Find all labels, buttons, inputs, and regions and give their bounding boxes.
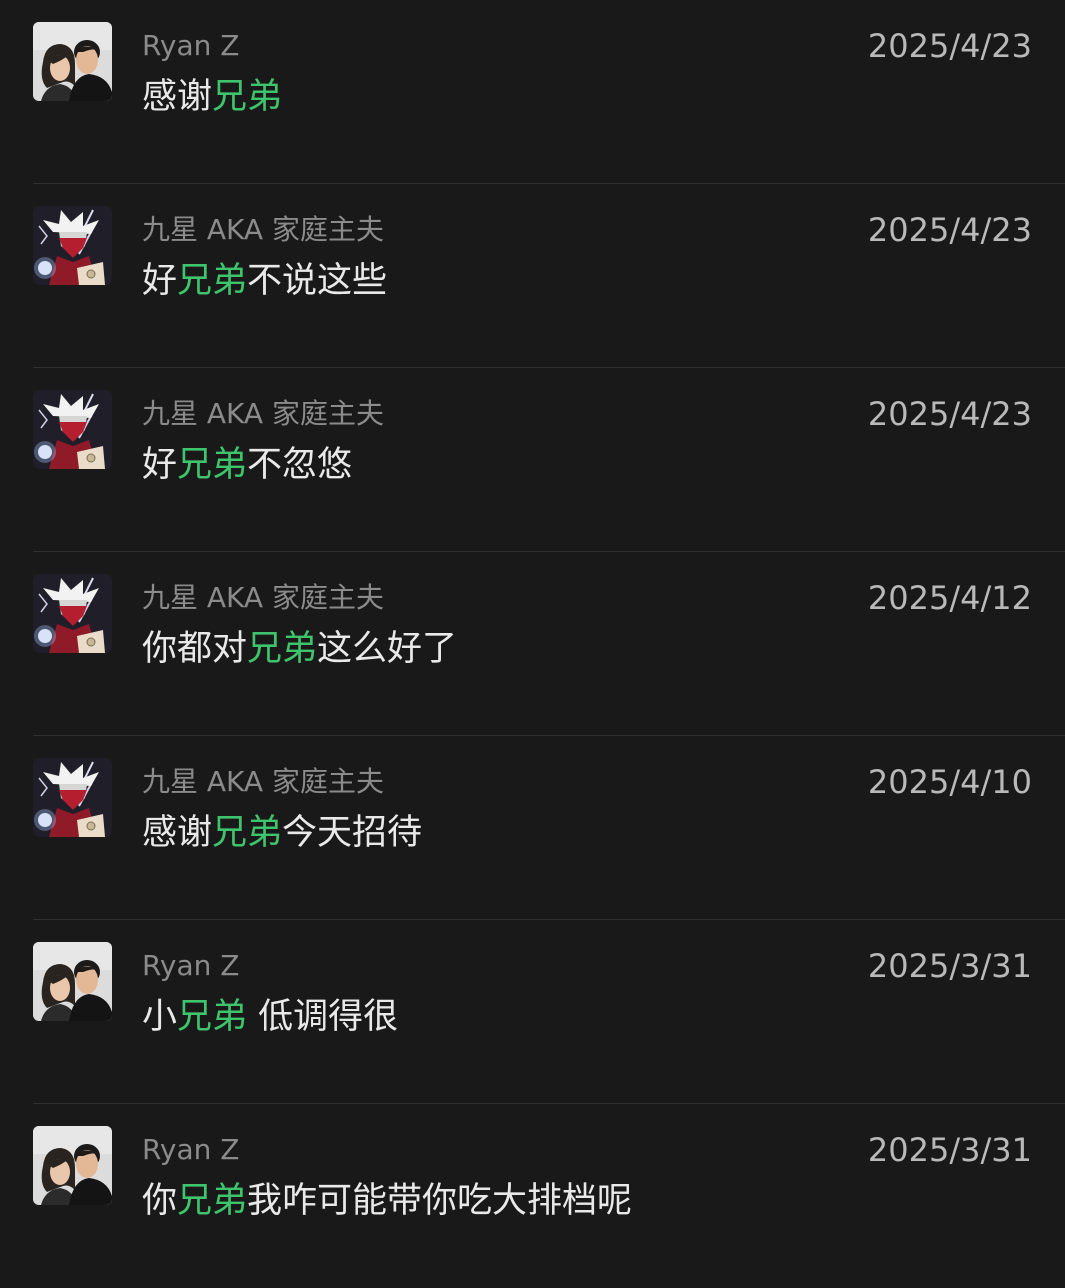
message-text-post: 不忽悠 — [247, 445, 353, 485]
message-date: 2025/3/31 — [867, 947, 1032, 985]
sender-name: Ryan Z — [142, 1133, 240, 1166]
keyword-highlight: 兄弟 — [177, 1181, 248, 1221]
message-text: 你都对兄弟这么好了 — [142, 626, 457, 672]
couple-photo-avatar-image — [33, 22, 112, 101]
message-text-pre: 好 — [142, 261, 178, 301]
avatar[interactable] — [33, 574, 112, 653]
message-text-pre: 你都对 — [142, 629, 248, 669]
message-text-post: 这么好了 — [317, 629, 458, 669]
message-text: 感谢兄弟今天招待 — [142, 810, 422, 856]
keyword-highlight: 兄弟 — [212, 77, 283, 117]
sender-name: 九星 AKA 家庭主夫 — [142, 765, 384, 798]
message-date: 2025/4/23 — [867, 27, 1032, 65]
couple-photo-avatar-image — [33, 942, 112, 1021]
sender-name: 九星 AKA 家庭主夫 — [142, 397, 384, 430]
message-date: 2025/4/23 — [867, 395, 1032, 433]
message-date: 2025/3/31 — [867, 1131, 1032, 1169]
message-text-post: 不说这些 — [247, 261, 388, 301]
list-item[interactable]: Ryan Z 2025/3/31 小兄弟 低调得很 — [0, 920, 1065, 1104]
avatar[interactable] — [33, 758, 112, 837]
message-text-pre: 感谢 — [142, 813, 213, 853]
list-item[interactable]: 九星 AKA 家庭主夫 2025/4/23 好兄弟不说这些 — [0, 184, 1065, 368]
list-item[interactable]: Ryan Z 2025/3/31 你兄弟我咋可能带你吃大排档呢 — [0, 1104, 1065, 1288]
sender-name: 九星 AKA 家庭主夫 — [142, 213, 384, 246]
message-text-pre: 你 — [142, 1181, 178, 1221]
message-text-post: 我咋可能带你吃大排档呢 — [247, 1181, 633, 1221]
message-text-pre: 小 — [142, 997, 178, 1037]
search-results-list: Ryan Z 2025/4/23 感谢兄弟 九星 AKA 家庭主夫 2025/4… — [0, 0, 1065, 1269]
message-text: 好兄弟不忽悠 — [142, 442, 352, 488]
message-text: 小兄弟 低调得很 — [142, 994, 398, 1040]
list-item[interactable]: Ryan Z 2025/4/23 感谢兄弟 — [0, 0, 1065, 184]
sender-name: Ryan Z — [142, 29, 240, 62]
anime-character-avatar-image — [33, 574, 112, 653]
avatar[interactable] — [33, 390, 112, 469]
message-text-post: 今天招待 — [282, 813, 423, 853]
avatar[interactable] — [33, 206, 112, 285]
anime-character-avatar-image — [33, 390, 112, 469]
avatar[interactable] — [33, 942, 112, 1021]
avatar[interactable] — [33, 1126, 112, 1205]
list-item[interactable]: 九星 AKA 家庭主夫 2025/4/23 好兄弟不忽悠 — [0, 368, 1065, 552]
sender-name: Ryan Z — [142, 949, 240, 982]
avatar[interactable] — [33, 22, 112, 101]
message-text: 你兄弟我咋可能带你吃大排档呢 — [142, 1178, 632, 1224]
message-text-pre: 好 — [142, 445, 178, 485]
anime-character-avatar-image — [33, 758, 112, 837]
keyword-highlight: 兄弟 — [177, 997, 248, 1037]
list-item[interactable]: 九星 AKA 家庭主夫 2025/4/10 感谢兄弟今天招待 — [0, 736, 1065, 920]
message-date: 2025/4/12 — [867, 579, 1032, 617]
list-item[interactable]: 九星 AKA 家庭主夫 2025/4/12 你都对兄弟这么好了 — [0, 552, 1065, 736]
message-text-post: 低调得很 — [247, 997, 399, 1037]
keyword-highlight: 兄弟 — [247, 629, 318, 669]
keyword-highlight: 兄弟 — [212, 813, 283, 853]
couple-photo-avatar-image — [33, 1126, 112, 1205]
keyword-highlight: 兄弟 — [177, 445, 248, 485]
message-text-pre: 感谢 — [142, 77, 213, 117]
anime-character-avatar-image — [33, 206, 112, 285]
keyword-highlight: 兄弟 — [177, 261, 248, 301]
message-date: 2025/4/23 — [867, 211, 1032, 249]
message-text: 感谢兄弟 — [142, 74, 282, 120]
message-date: 2025/4/10 — [867, 763, 1032, 801]
sender-name: 九星 AKA 家庭主夫 — [142, 581, 384, 614]
message-text: 好兄弟不说这些 — [142, 258, 387, 304]
